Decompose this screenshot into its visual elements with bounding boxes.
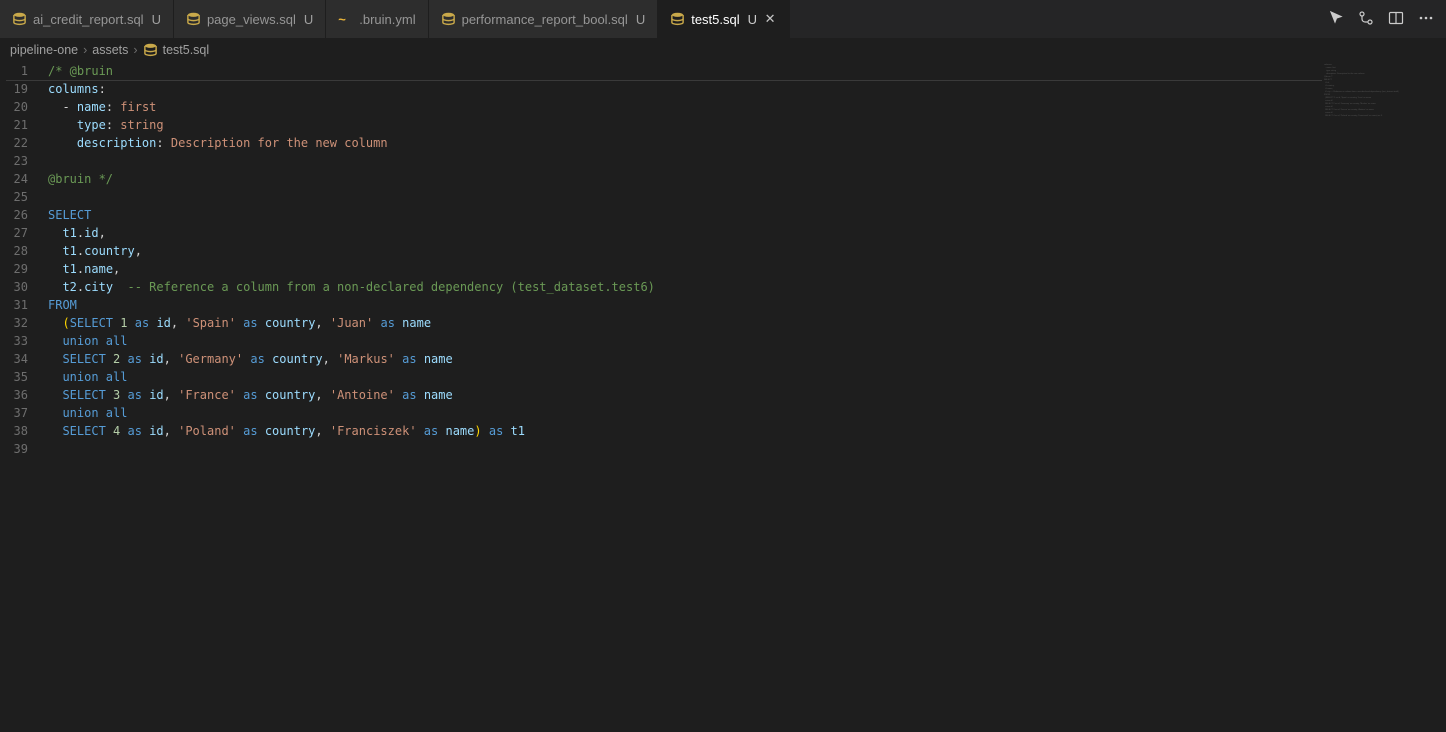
unsaved-indicator: U: [636, 12, 645, 27]
tab-label: page_views.sql: [207, 12, 296, 27]
database-icon: [670, 12, 685, 27]
tab-performance-report[interactable]: performance_report_bool.sql U: [429, 0, 659, 38]
more-actions-icon[interactable]: [1418, 10, 1434, 29]
vertical-scrollbar[interactable]: [1432, 62, 1446, 732]
breadcrumb-segment[interactable]: pipeline-one: [10, 43, 78, 57]
split-editor-icon[interactable]: [1388, 10, 1404, 29]
database-icon: [441, 12, 456, 27]
tab-page-views[interactable]: page_views.sql U: [174, 0, 326, 38]
chevron-right-icon: ›: [83, 43, 87, 57]
tab-ai-credit-report[interactable]: ai_credit_report.sql U: [0, 0, 174, 38]
tab-label: .bruin.yml: [359, 12, 415, 27]
tab-label: performance_report_bool.sql: [462, 12, 628, 27]
line-number-gutter: 1192021222324252627282930313233343536373…: [0, 62, 42, 732]
yaml-icon: ~: [338, 12, 353, 27]
compare-changes-icon[interactable]: [1358, 10, 1374, 29]
unsaved-indicator: U: [152, 12, 161, 27]
tabbar-actions: [1316, 10, 1446, 29]
breadcrumb[interactable]: pipeline-one › assets › test5.sql: [0, 38, 1446, 62]
cursor-pointer-icon: [1328, 10, 1344, 29]
tab-label: ai_credit_report.sql: [33, 12, 144, 27]
database-icon: [143, 43, 158, 58]
tab-bar: ai_credit_report.sql U page_views.sql U …: [0, 0, 1446, 38]
database-icon: [186, 12, 201, 27]
minimap[interactable]: columns: - name: first type: string desc…: [1322, 62, 1432, 732]
unsaved-indicator: U: [748, 12, 757, 27]
tab-test5[interactable]: test5.sql U ✕: [658, 0, 790, 38]
tab-label: test5.sql: [691, 12, 739, 27]
code-area[interactable]: /* @bruincolumns: - name: first type: st…: [42, 62, 1446, 732]
editor[interactable]: 1192021222324252627282930313233343536373…: [0, 62, 1446, 732]
close-icon[interactable]: ✕: [763, 11, 777, 27]
breadcrumb-segment[interactable]: assets: [92, 43, 128, 57]
chevron-right-icon: ›: [133, 43, 137, 57]
breadcrumb-segment[interactable]: test5.sql: [163, 43, 210, 57]
database-icon: [12, 12, 27, 27]
tab-bruin-yml[interactable]: ~ .bruin.yml: [326, 0, 428, 38]
unsaved-indicator: U: [304, 12, 313, 27]
